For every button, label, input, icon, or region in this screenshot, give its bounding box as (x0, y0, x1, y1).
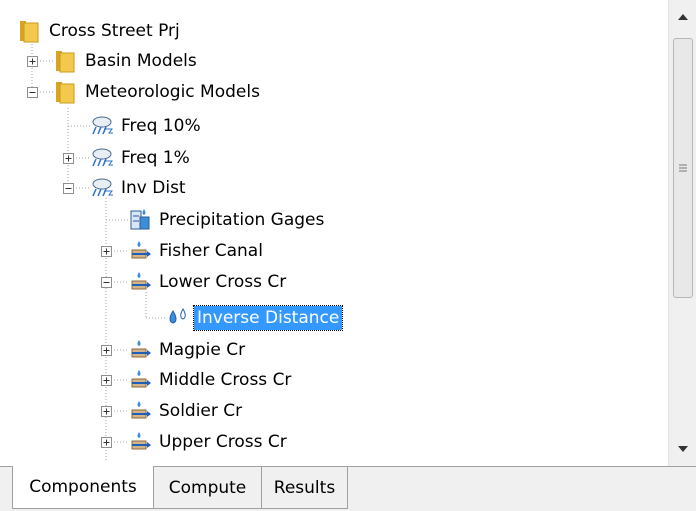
tree-node-label: Freq 1% (121, 148, 190, 168)
expand-icon[interactable] (101, 375, 112, 386)
weather-icon (92, 148, 113, 167)
scroll-up-button[interactable] (669, 0, 696, 34)
tab-label: Results (273, 477, 336, 498)
tree-node-upper-cross[interactable]: Upper Cross Cr (128, 427, 290, 457)
tree-node-soldier[interactable]: Soldier Cr (128, 396, 245, 426)
tree-node-label: Freq 10% (121, 116, 201, 136)
tree-node-lower-cross[interactable]: Lower Cross Cr (128, 267, 289, 297)
expand-icon[interactable] (101, 345, 112, 356)
scroll-down-button[interactable] (669, 432, 696, 466)
tree-node-middle-cross[interactable]: Middle Cross Cr (128, 365, 294, 395)
expand-icon[interactable] (101, 437, 112, 448)
gage-icon (130, 209, 150, 230)
tree-node-label: Meteorologic Models (85, 82, 260, 102)
arrow-up-icon (678, 14, 688, 20)
tree-node-freq-1[interactable]: Freq 1% (90, 143, 193, 173)
tree-node-precipitation-gages[interactable]: Precipitation Gages (128, 205, 327, 235)
weather-icon (92, 178, 113, 197)
expand-icon[interactable] (101, 246, 112, 257)
tab-compute[interactable]: Compute (154, 467, 262, 509)
expand-icon[interactable] (63, 153, 74, 164)
subbasin-icon (131, 370, 151, 388)
tree-node-magpie[interactable]: Magpie Cr (128, 335, 248, 365)
arrow-down-icon (678, 446, 688, 452)
collapse-icon[interactable] (101, 277, 112, 288)
tree-node-label: Upper Cross Cr (159, 432, 287, 452)
tab-components[interactable]: Components (12, 466, 154, 509)
tree-node-label: Basin Models (85, 51, 197, 71)
expand-icon[interactable] (27, 56, 38, 67)
water-drops-icon (169, 308, 186, 324)
tree-node-label: Lower Cross Cr (159, 272, 287, 292)
vertical-scrollbar[interactable] (668, 0, 696, 466)
component-tree[interactable]: Cross Street Prj Basin Models Meteorolog… (0, 0, 696, 466)
subbasin-icon (131, 401, 151, 419)
folder-icon (56, 51, 75, 73)
subbasin-icon (131, 340, 151, 358)
scroll-thumb[interactable] (673, 38, 693, 298)
tab-strip: Components Compute Results (0, 466, 696, 511)
collapse-icon[interactable] (63, 183, 74, 194)
tree-node-label: Soldier Cr (159, 401, 243, 421)
subbasin-icon (131, 432, 151, 450)
tab-results[interactable]: Results (262, 467, 348, 509)
collapse-icon[interactable] (27, 87, 38, 98)
tree-node-freq-10[interactable]: Freq 10% (90, 111, 204, 141)
tree-node-label: Middle Cross Cr (159, 370, 292, 390)
tree-node-label: Precipitation Gages (159, 210, 325, 230)
tree-node-label: Inv Dist (121, 178, 186, 198)
tree-node-meteorologic-models[interactable]: Meteorologic Models (54, 77, 263, 107)
tree-node-basin-models[interactable]: Basin Models (54, 46, 200, 76)
subbasin-icon (131, 241, 151, 259)
tree-node-fisher-canal[interactable]: Fisher Canal (128, 236, 266, 266)
tree-node-label: Inverse Distance (192, 305, 344, 331)
tree-node-label: Fisher Canal (159, 241, 263, 261)
expand-icon[interactable] (101, 406, 112, 417)
subbasin-icon (131, 272, 151, 290)
tree-node-inv-dist[interactable]: Inv Dist (90, 173, 189, 203)
weather-icon (92, 116, 113, 135)
tree-node-root[interactable]: Cross Street Prj (18, 16, 183, 46)
tab-label: Components (29, 477, 137, 497)
folder-icon (20, 21, 39, 43)
tree-node-label: Magpie Cr (159, 340, 246, 360)
folder-icon (56, 82, 75, 104)
tree-node-label: Cross Street Prj (49, 21, 180, 41)
grip-icon (679, 164, 687, 172)
tab-label: Compute (168, 477, 247, 498)
tree-node-inverse-distance[interactable]: Inverse Distance (166, 303, 344, 333)
